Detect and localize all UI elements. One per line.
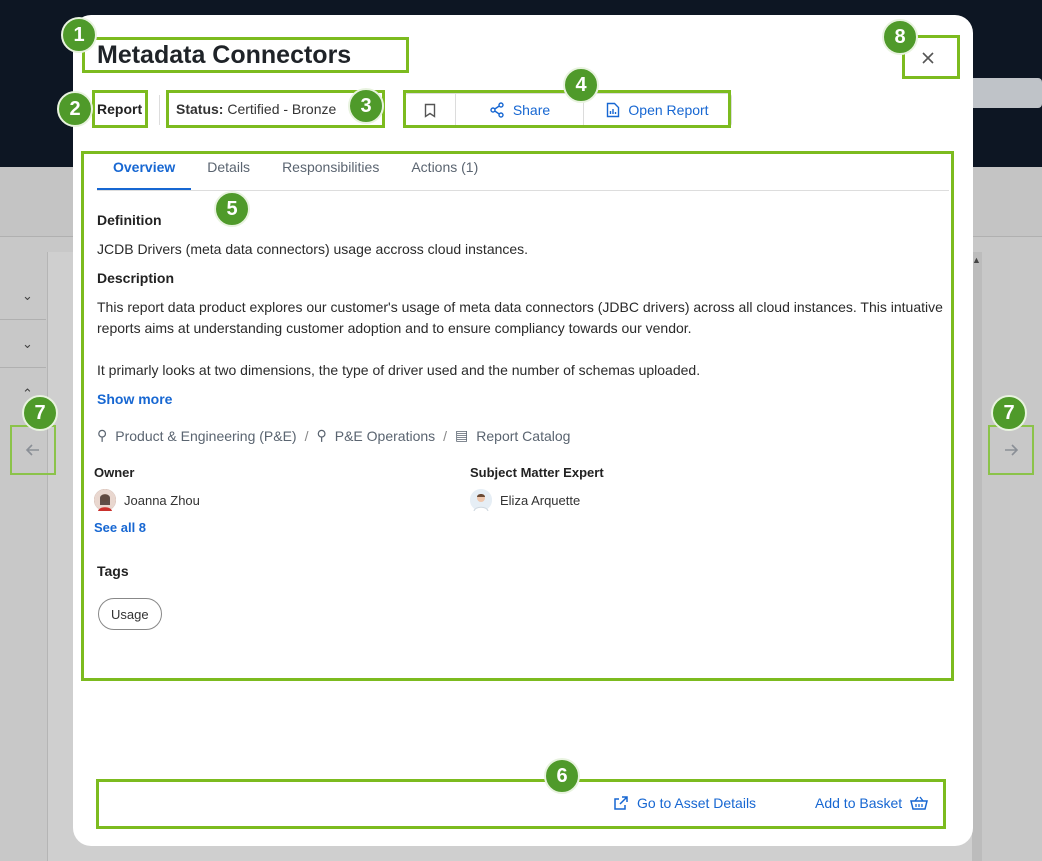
status-label: Status: <box>176 101 224 117</box>
asset-preview-modal: Metadata Connectors Report Status: Certi… <box>73 15 973 846</box>
bookmark-icon <box>424 103 436 118</box>
modal-title: Metadata Connectors <box>97 41 352 69</box>
definition-heading: Definition <box>97 212 162 228</box>
breadcrumb-item[interactable]: Product & Engineering (P&E) <box>115 428 296 444</box>
show-more-link[interactable]: Show more <box>97 391 172 407</box>
annotation-badge: 5 <box>214 191 250 227</box>
definition-text: JCDB Drivers (meta data connectors) usag… <box>97 241 529 257</box>
share-label: Share <box>512 102 551 118</box>
owner-person[interactable]: Joanna Zhou <box>94 489 200 511</box>
close-button[interactable] <box>913 43 943 73</box>
tab-overview[interactable]: Overview <box>97 153 192 190</box>
breadcrumb: ⚲ Product & Engineering (P&E) / ⚲ P&E Op… <box>97 427 570 444</box>
see-all-link[interactable]: See all 8 <box>94 520 146 535</box>
go-to-asset-details-button[interactable]: Go to Asset Details <box>613 795 756 811</box>
open-report-button[interactable]: Open Report <box>583 94 731 126</box>
description-paragraph-1: This report data product explores our cu… <box>97 299 943 336</box>
tags-heading: Tags <box>97 563 129 579</box>
background-row: ⌄ <box>0 320 46 368</box>
background-scrollbar <box>972 252 982 861</box>
sme-name: Eliza Arquette <box>500 492 581 508</box>
community-icon: ⚲ <box>316 427 327 443</box>
open-report-label: Open Report <box>628 102 709 118</box>
status-value: Certified - Bronze <box>227 101 337 117</box>
owner-heading: Owner <box>94 465 135 480</box>
sme-person[interactable]: Eliza Arquette <box>470 489 580 511</box>
annotation-badge: 7 <box>22 395 58 431</box>
divider <box>159 95 160 125</box>
avatar <box>94 489 116 511</box>
annotation-badge: 6 <box>544 758 580 794</box>
description-heading: Description <box>97 270 175 286</box>
annotation-badge: 2 <box>57 91 93 127</box>
person-icon <box>94 489 116 511</box>
sme-heading: Subject Matter Expert <box>470 465 604 480</box>
background-row: ⌄ <box>0 272 46 320</box>
community-icon: ⚲ <box>97 427 108 443</box>
breadcrumb-item[interactable]: Report Catalog <box>476 428 570 444</box>
external-link-icon <box>614 796 628 810</box>
avatar <box>470 489 492 511</box>
tab-details[interactable]: Details <box>191 153 266 190</box>
breadcrumb-separator: / <box>304 427 309 444</box>
annotation-badge: 7 <box>991 395 1027 431</box>
share-icon <box>490 102 504 118</box>
close-icon <box>922 52 934 64</box>
chevron-down-icon: ⌄ <box>22 288 33 303</box>
add-to-basket-label: Add to Basket <box>815 795 903 811</box>
annotation-badge: 8 <box>882 19 918 55</box>
tab-bar: Overview Details Responsibilities Action… <box>97 153 949 191</box>
domain-icon: ▤ <box>455 427 469 443</box>
scroll-up-icon: ▲ <box>972 255 981 265</box>
breadcrumb-separator: / <box>443 427 448 444</box>
breadcrumb-item[interactable]: P&E Operations <box>335 428 435 444</box>
annotation-badge: 4 <box>563 67 599 103</box>
basket-icon <box>910 796 929 810</box>
report-icon <box>607 102 620 118</box>
annotation-badge: 1 <box>61 17 97 53</box>
chevron-down-icon: ⌄ <box>22 336 33 351</box>
tab-responsibilities[interactable]: Responsibilities <box>266 153 395 190</box>
asset-type-label: Report <box>97 101 143 117</box>
add-to-basket-button[interactable]: Add to Basket <box>815 795 929 811</box>
previous-arrow-button[interactable] <box>10 425 56 475</box>
arrow-left-icon <box>25 444 39 456</box>
background-search-box <box>968 78 1042 108</box>
status-text: Status: Certified - Bronze <box>176 101 336 117</box>
next-arrow-button[interactable] <box>988 425 1034 475</box>
tag-chip[interactable]: Usage <box>98 598 162 630</box>
arrow-right-icon <box>1005 444 1019 456</box>
share-button[interactable]: Share <box>455 94 583 126</box>
description-paragraph-2: It primarly looks at two dimensions, the… <box>97 362 701 378</box>
tab-actions[interactable]: Actions (1) <box>395 153 494 190</box>
annotation-badge: 3 <box>348 88 384 124</box>
bookmark-button[interactable] <box>405 94 455 126</box>
go-to-asset-label: Go to Asset Details <box>637 795 757 811</box>
person-icon <box>470 489 492 511</box>
owner-name: Joanna Zhou <box>124 492 200 508</box>
